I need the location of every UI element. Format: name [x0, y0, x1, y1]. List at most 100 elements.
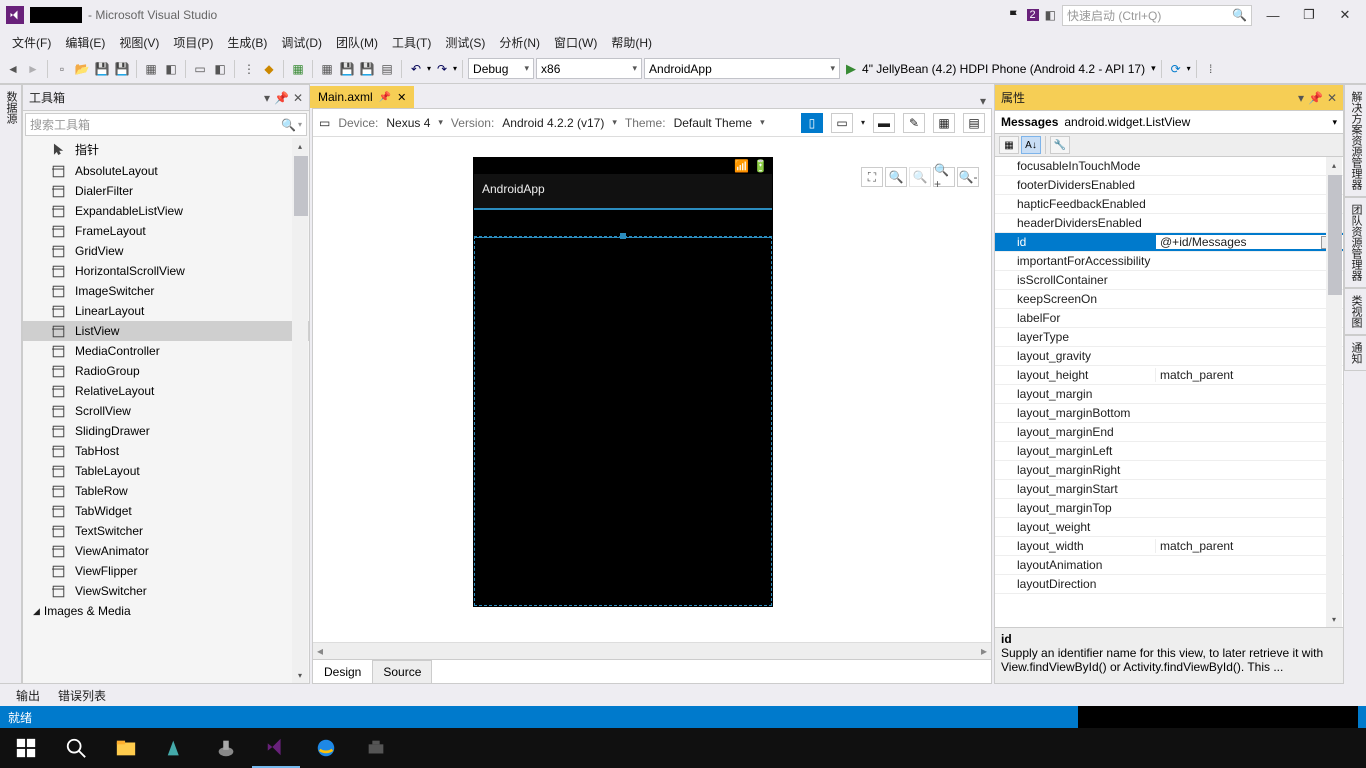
- save-icon[interactable]: 💾: [338, 60, 356, 78]
- toolbox-item[interactable]: MediaController: [23, 341, 309, 361]
- toolbox-item[interactable]: ListView: [23, 321, 309, 341]
- toolbox-item[interactable]: TableRow: [23, 481, 309, 501]
- toolbox-group[interactable]: ◢Images & Media: [23, 601, 309, 621]
- toolbox-item[interactable]: ImageSwitcher: [23, 281, 309, 301]
- start-button[interactable]: [2, 728, 50, 768]
- menu-item[interactable]: 视图(V): [113, 32, 165, 53]
- menu-item[interactable]: 窗口(W): [548, 32, 603, 53]
- designer-btn[interactable]: ▬: [873, 113, 895, 133]
- document-tab[interactable]: Main.axml 📌 ✕: [310, 86, 414, 108]
- app-icon[interactable]: [202, 728, 250, 768]
- toolbox-item[interactable]: TextSwitcher: [23, 521, 309, 541]
- menu-item[interactable]: 团队(M): [330, 32, 384, 53]
- design-canvas[interactable]: 📶🔋 AndroidApp ⛶ 🔍 🔍 🔍+ 🔍-: [313, 137, 991, 642]
- menu-item[interactable]: 编辑(E): [59, 32, 111, 53]
- quick-launch-input[interactable]: 快速启动 (Ctrl+Q) 🔍: [1062, 5, 1252, 26]
- device-chooser-icon[interactable]: ▭: [319, 116, 330, 130]
- sidetab-notifications[interactable]: 通知: [1344, 335, 1366, 371]
- pin-icon[interactable]: 📌: [1308, 91, 1323, 105]
- menu-item[interactable]: 调试(D): [275, 32, 328, 53]
- sidetab-team-explorer[interactable]: 团队资源管理器: [1344, 197, 1366, 288]
- property-row[interactable]: labelFor: [995, 309, 1343, 328]
- save-icon[interactable]: 💾: [93, 60, 111, 78]
- search-button[interactable]: [52, 728, 100, 768]
- close-button[interactable]: ✕: [1330, 7, 1360, 23]
- toolbox-item[interactable]: RadioGroup: [23, 361, 309, 381]
- scroll-down-icon[interactable]: ▾: [292, 667, 308, 683]
- designer-btn[interactable]: ▤: [963, 113, 985, 133]
- save-all-icon[interactable]: 💾: [113, 60, 131, 78]
- tab-error-list[interactable]: 错误列表: [50, 685, 114, 706]
- panel-menu-icon[interactable]: ▾: [264, 91, 270, 105]
- property-row[interactable]: layout_marginRight: [995, 461, 1343, 480]
- tab-source[interactable]: Source: [372, 660, 432, 683]
- theme-value[interactable]: Default Theme: [674, 116, 753, 130]
- minimize-button[interactable]: —: [1258, 8, 1288, 23]
- designer-btn[interactable]: ▦: [933, 113, 955, 133]
- designer-btn[interactable]: ✎: [903, 113, 925, 133]
- toolbox-item[interactable]: FrameLayout: [23, 221, 309, 241]
- property-row[interactable]: isScrollContainer: [995, 271, 1343, 290]
- property-row[interactable]: importantForAccessibility: [995, 252, 1343, 271]
- property-row[interactable]: layoutDirection: [995, 575, 1343, 594]
- feedback-flag-icon[interactable]: [1008, 9, 1021, 22]
- overflow-icon[interactable]: ⁞: [1202, 60, 1220, 78]
- alphabetical-button[interactable]: A↓: [1021, 136, 1041, 154]
- toolbox-item[interactable]: ScrollView: [23, 401, 309, 421]
- toolbox-item[interactable]: TableLayout: [23, 461, 309, 481]
- menu-item[interactable]: 测试(S): [439, 32, 491, 53]
- device-value[interactable]: Nexus 4: [386, 116, 430, 130]
- toolbox-item[interactable]: LinearLayout: [23, 301, 309, 321]
- toolbox-item[interactable]: RelativeLayout: [23, 381, 309, 401]
- config-combo[interactable]: Debug▾: [468, 58, 534, 79]
- toolbar-icon[interactable]: ▦: [289, 60, 307, 78]
- toolbox-search-input[interactable]: 搜索工具箱 🔍▾: [25, 113, 307, 136]
- property-row[interactable]: layout_widthmatch_parent: [995, 537, 1343, 556]
- property-row[interactable]: layout_marginStart: [995, 480, 1343, 499]
- toolbox-item[interactable]: ExpandableListView: [23, 201, 309, 221]
- maximize-button[interactable]: ❐: [1294, 7, 1324, 23]
- property-row[interactable]: headerDividersEnabled: [995, 214, 1343, 233]
- toolbox-item[interactable]: SlidingDrawer: [23, 421, 309, 441]
- toolbox-item[interactable]: ViewFlipper: [23, 561, 309, 581]
- property-row[interactable]: layout_marginLeft: [995, 442, 1343, 461]
- play-icon[interactable]: ▶: [846, 61, 856, 77]
- toolbox-item[interactable]: TabWidget: [23, 501, 309, 521]
- property-value[interactable]: match_parent: [1155, 539, 1343, 553]
- property-row[interactable]: layoutAnimation: [995, 556, 1343, 575]
- file-explorer-icon[interactable]: [102, 728, 150, 768]
- property-row[interactable]: layerType: [995, 328, 1343, 347]
- property-row[interactable]: focusableInTouchMode: [995, 157, 1343, 176]
- toolbar-icon[interactable]: ◆: [260, 60, 278, 78]
- nav-fwd-icon[interactable]: ►: [24, 60, 42, 78]
- scrollbar-thumb[interactable]: [294, 156, 308, 216]
- feedback-icon[interactable]: ◧: [1045, 8, 1056, 22]
- property-row[interactable]: keepScreenOn: [995, 290, 1343, 309]
- property-row[interactable]: layout_heightmatch_parent: [995, 366, 1343, 385]
- toolbox-item[interactable]: TabHost: [23, 441, 309, 461]
- menu-item[interactable]: 帮助(H): [605, 32, 658, 53]
- fit-icon[interactable]: ⛶: [861, 167, 883, 187]
- redo-icon[interactable]: ↷: [433, 60, 451, 78]
- selection-outline[interactable]: [474, 236, 772, 606]
- sidetab-class-view[interactable]: 类视图: [1344, 288, 1366, 335]
- toolbar-icon[interactable]: ◧: [211, 60, 229, 78]
- scroll-down-icon[interactable]: ▾: [1326, 611, 1342, 627]
- toolbox-item[interactable]: GridView: [23, 241, 309, 261]
- toolbar-icon[interactable]: ◧: [162, 60, 180, 78]
- toolbar-icon[interactable]: ⋮: [240, 60, 258, 78]
- property-row[interactable]: id@+id/Messages⋯: [995, 233, 1343, 252]
- toolbox-item[interactable]: AbsoluteLayout: [23, 161, 309, 181]
- panel-menu-icon[interactable]: ▾: [1298, 91, 1304, 105]
- tab-output[interactable]: 输出: [8, 685, 48, 706]
- startup-combo[interactable]: AndroidApp▾: [644, 58, 840, 79]
- sidetab-solution-explorer[interactable]: 解决方案资源管理器: [1344, 84, 1366, 197]
- property-row[interactable]: layout_marginBottom: [995, 404, 1343, 423]
- scrollbar-thumb[interactable]: [1328, 175, 1342, 295]
- menu-item[interactable]: 工具(T): [386, 32, 437, 53]
- property-row[interactable]: layout_weight: [995, 518, 1343, 537]
- menu-item[interactable]: 生成(B): [221, 32, 273, 53]
- device-preview[interactable]: 📶🔋 AndroidApp: [473, 157, 773, 607]
- property-row[interactable]: layout_margin: [995, 385, 1343, 404]
- zoom-actual-icon[interactable]: 🔍: [909, 167, 931, 187]
